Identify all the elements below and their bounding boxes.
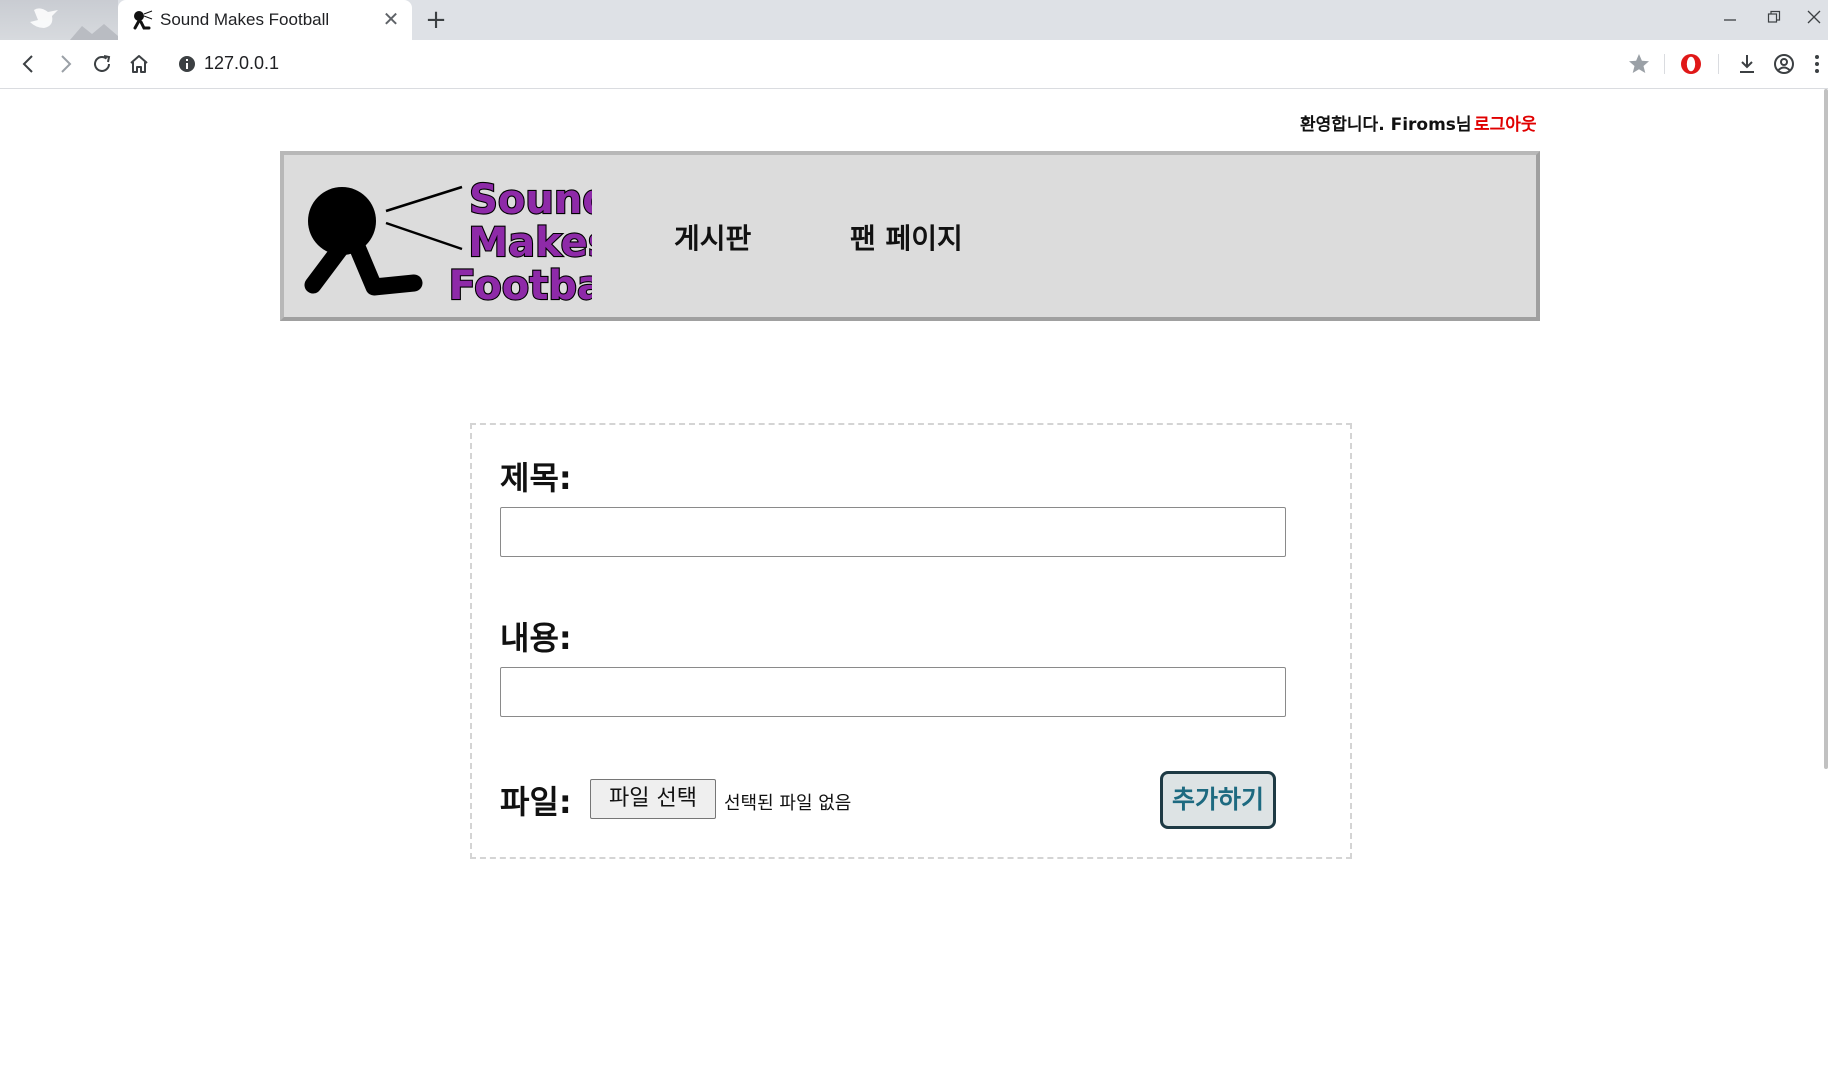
- bird-icon: [30, 8, 118, 40]
- title-label: 제목:: [500, 459, 572, 497]
- download-icon[interactable]: [1734, 51, 1760, 77]
- site-favicon-icon: [133, 10, 153, 30]
- back-arrow-icon[interactable]: [16, 51, 42, 77]
- submit-button[interactable]: 추가하기: [1160, 771, 1276, 829]
- logo-text-line2: Makes: [468, 220, 592, 266]
- new-tab-button[interactable]: +: [422, 6, 450, 34]
- post-form: 제목: 내용: 파일: 파일 선택 선택된 파일 없음 추가하기: [470, 423, 1352, 859]
- site-info-icon[interactable]: [174, 51, 200, 77]
- tab-title: Sound Makes Football: [160, 10, 330, 29]
- site-logo[interactable]: Sound Makes Football: [302, 165, 592, 315]
- account-icon[interactable]: [1771, 51, 1797, 77]
- logo-text-line3: Football: [449, 263, 592, 309]
- minimize-window-icon[interactable]: [1712, 4, 1748, 34]
- logo-text-line1: Sound: [469, 177, 592, 223]
- profile-tab-thumbnail[interactable]: [0, 0, 118, 40]
- title-input[interactable]: [500, 507, 1286, 557]
- logout-link[interactable]: 로그아웃: [1474, 110, 1537, 135]
- nav-board[interactable]: 게시판: [674, 217, 751, 257]
- nav-fan-page[interactable]: 팬 페이지: [850, 217, 963, 257]
- page-scrollbar[interactable]: [1824, 89, 1828, 769]
- bookmark-star-icon[interactable]: [1626, 51, 1652, 77]
- active-tab[interactable]: Sound Makes Football ✕: [118, 0, 412, 40]
- restore-window-icon[interactable]: [1756, 4, 1792, 34]
- browser-tab-strip: Sound Makes Football ✕ +: [0, 0, 1828, 40]
- toolbar-separator: [1718, 54, 1719, 74]
- site-header: Sound Makes Football 게시판 팬 페이지: [280, 151, 1540, 321]
- forward-arrow-icon[interactable]: [52, 51, 78, 77]
- browser-toolbar: 127.0.0.1: [0, 40, 1828, 89]
- home-icon[interactable]: [126, 51, 152, 77]
- file-label: 파일:: [500, 783, 572, 821]
- toolbar-separator: [1664, 54, 1665, 74]
- tab-close-icon[interactable]: ✕: [380, 8, 402, 30]
- file-status-text: 선택된 파일 없음: [724, 793, 852, 814]
- content-label: 내용:: [500, 619, 572, 657]
- address-bar[interactable]: 127.0.0.1: [204, 53, 279, 74]
- welcome-message: 환영합니다. Firoms님: [1300, 115, 1472, 135]
- content-input[interactable]: [500, 667, 1286, 717]
- opera-extension-icon[interactable]: [1678, 51, 1704, 77]
- menu-dots-icon[interactable]: [1804, 51, 1820, 77]
- reload-icon[interactable]: [89, 51, 115, 77]
- close-window-icon[interactable]: [1796, 4, 1828, 34]
- file-choose-button[interactable]: 파일 선택: [590, 779, 716, 819]
